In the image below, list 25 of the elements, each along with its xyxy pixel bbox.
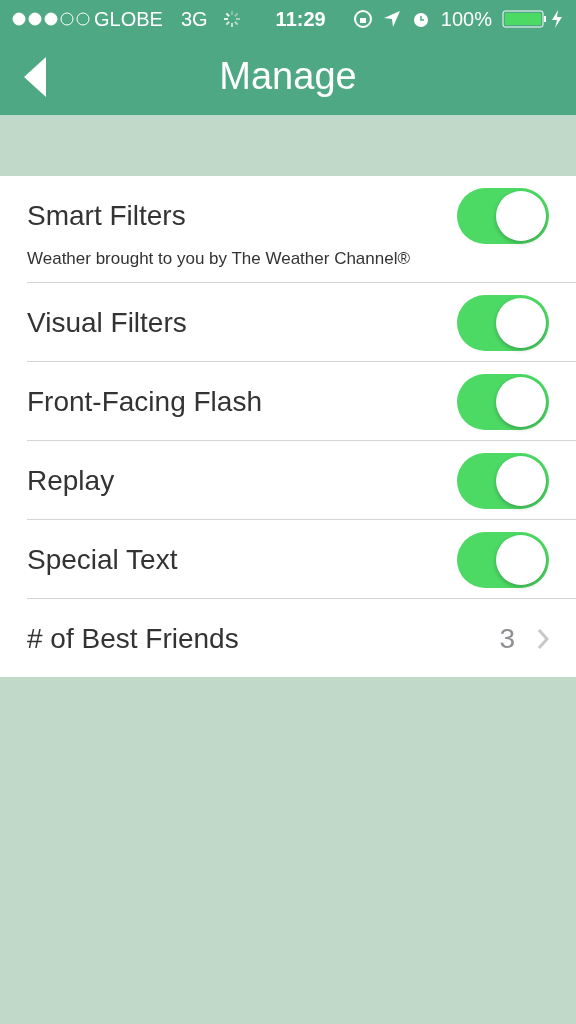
battery-percent-label: 100% <box>440 7 492 32</box>
setting-label: Visual Filters <box>27 305 187 340</box>
setting-label: Replay <box>27 463 115 498</box>
activity-spinner-icon <box>221 9 242 29</box>
toggle-switch[interactable] <box>457 531 549 588</box>
setting-note: Weather brought to you by The Weather Channel® <box>27 248 411 270</box>
carrier-label: GLOBE <box>94 7 163 32</box>
battery-charging-icon <box>502 9 564 29</box>
chevron-icon[interactable] <box>537 627 549 650</box>
signal-icon <box>12 12 90 26</box>
setting-label: Front-Facing Flash <box>27 384 262 419</box>
screen-title: Manage <box>219 54 357 99</box>
setting-label: # of Best Friends <box>27 621 239 656</box>
network-label: 3G <box>180 7 208 32</box>
toggle-switch[interactable] <box>457 452 549 509</box>
rotation-lock-icon <box>352 9 373 29</box>
clock-label: 11:29 <box>275 7 326 32</box>
toggle-switch[interactable] <box>457 188 549 244</box>
toggle-switch[interactable] <box>457 373 549 430</box>
back-arrow-icon[interactable] <box>22 55 48 98</box>
setting-label: Smart Filters <box>27 199 186 233</box>
toggle-switch[interactable] <box>457 294 549 351</box>
setting-value: 3 <box>499 621 515 656</box>
location-arrow-icon <box>382 10 401 28</box>
setting-label: Special Text <box>27 542 178 577</box>
